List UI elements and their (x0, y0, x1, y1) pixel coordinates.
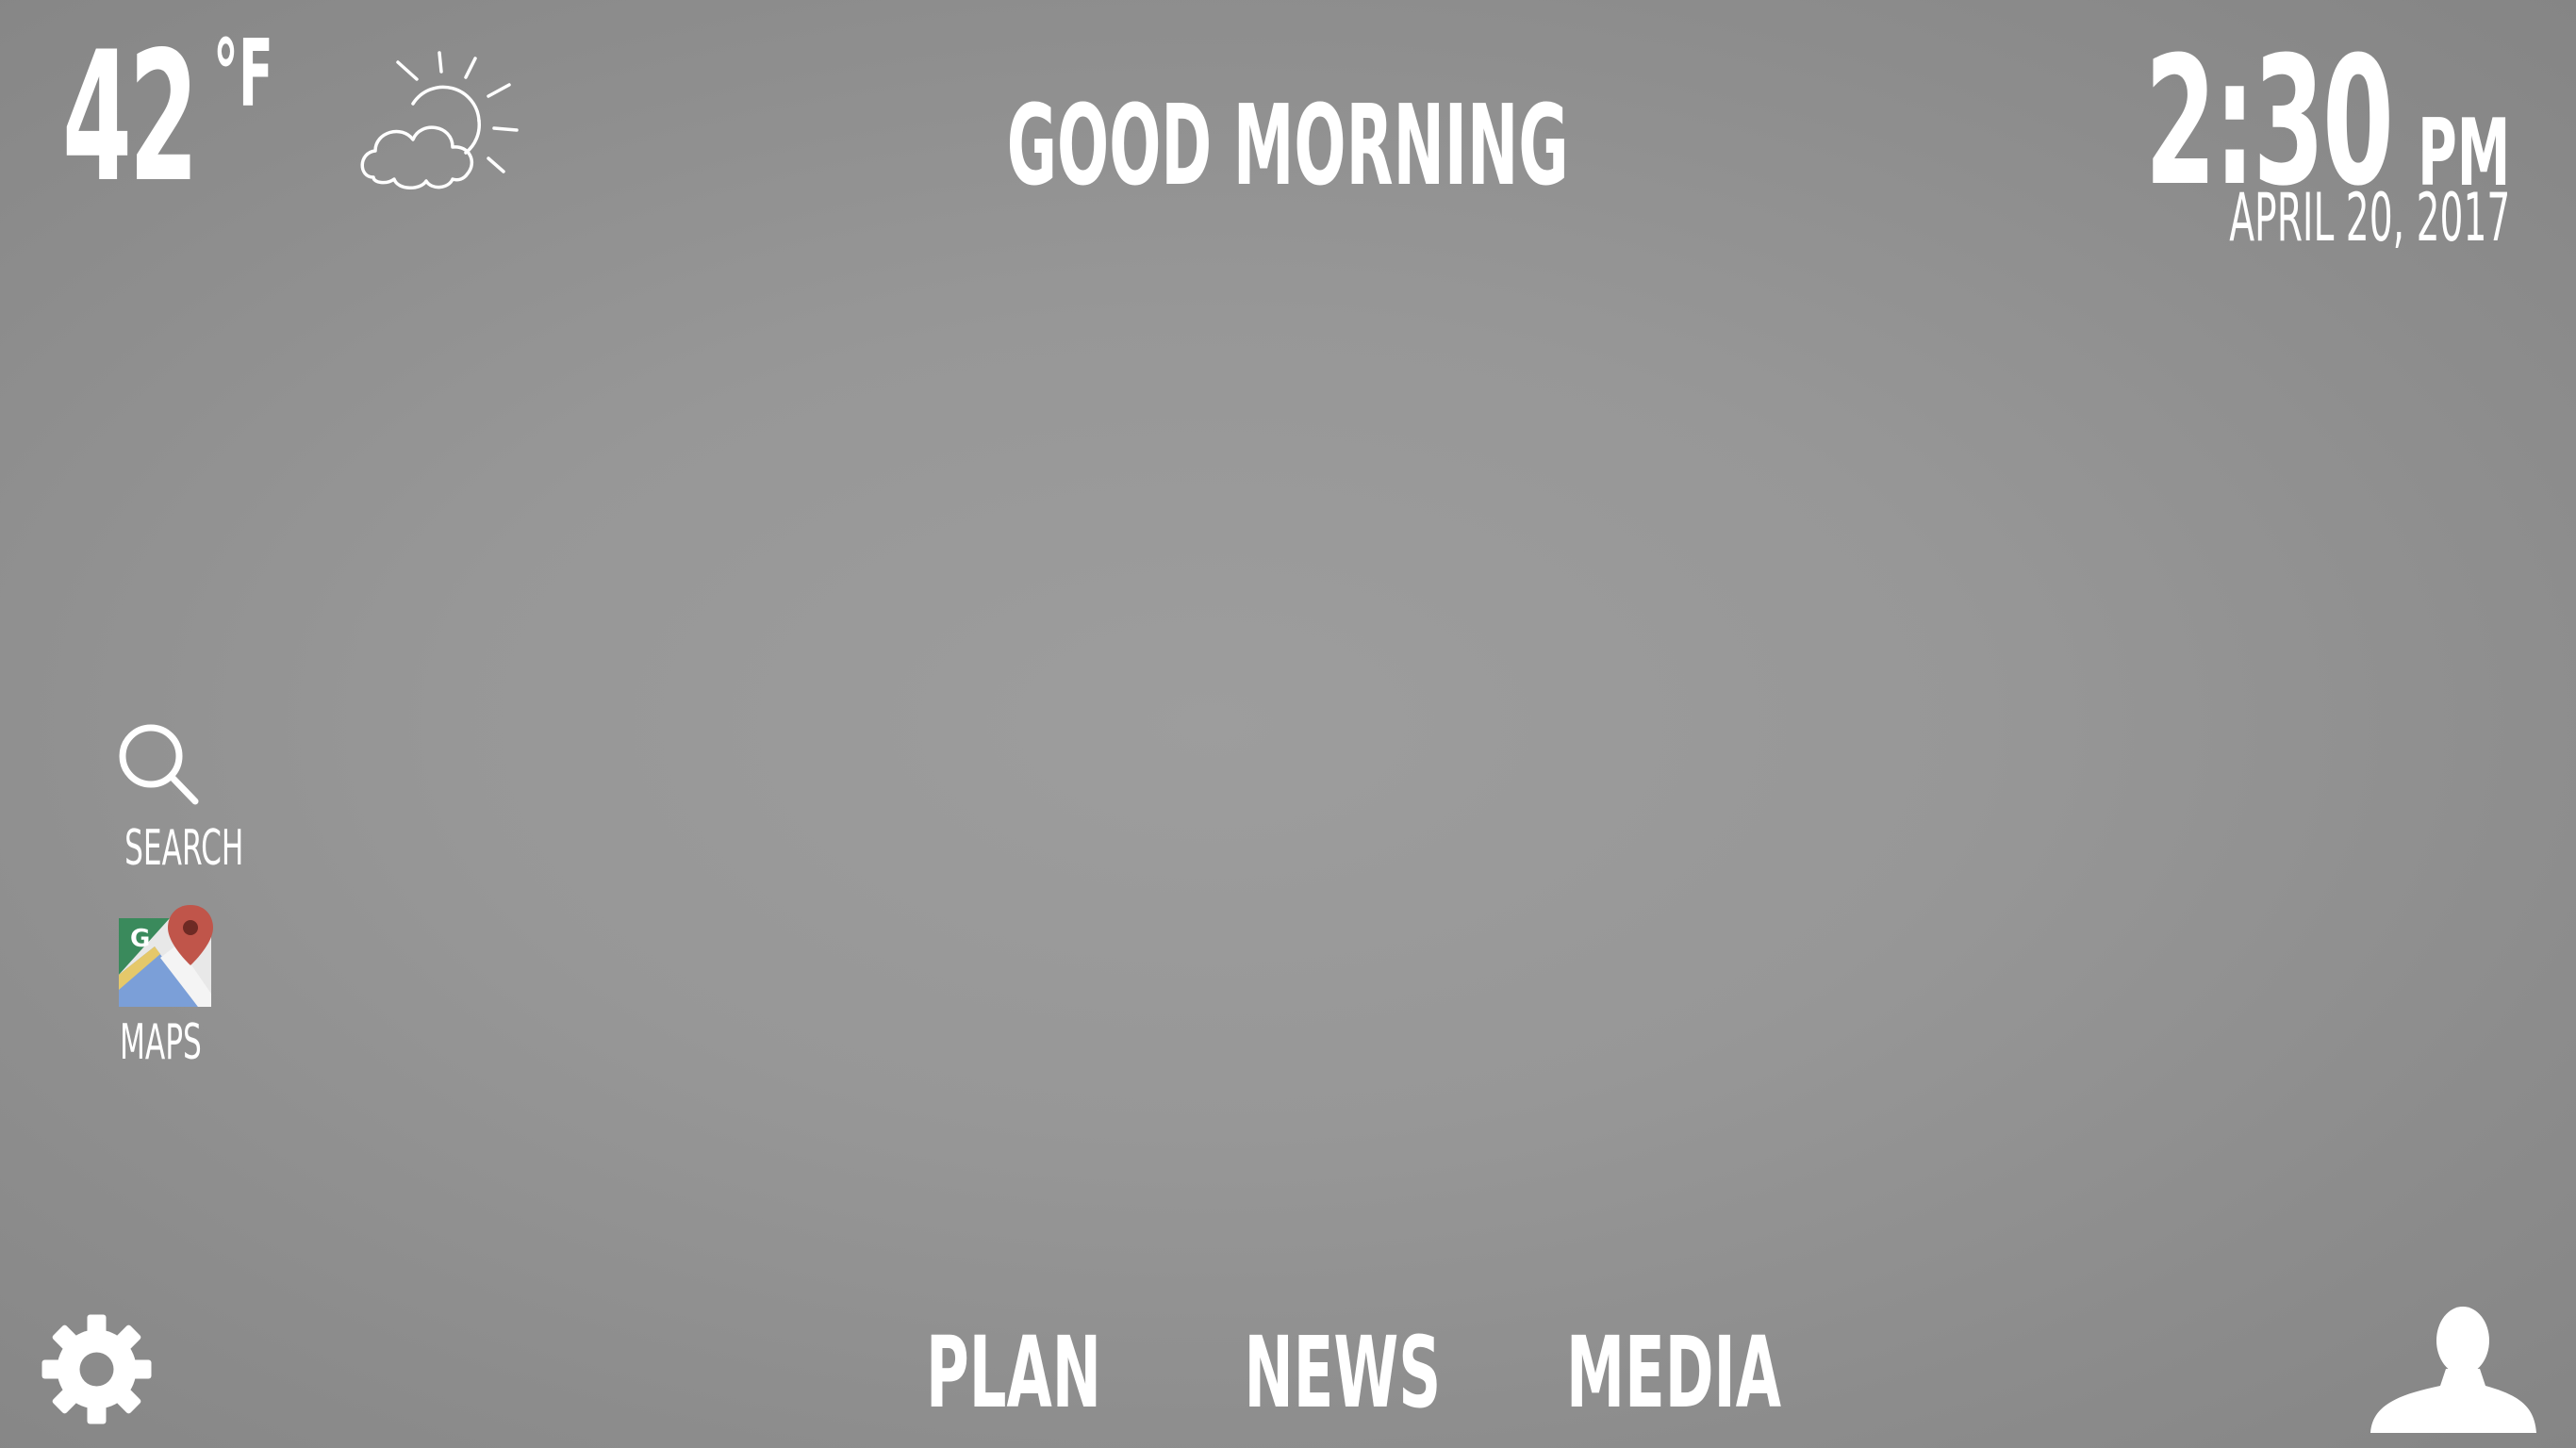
greeting-text: GOOD MORNING (1007, 80, 1569, 210)
gear-icon[interactable] (38, 1310, 156, 1428)
search-app[interactable]: SEARCH (85, 718, 243, 877)
svg-text:G: G (130, 925, 150, 953)
nav-plan-label: PLAN (926, 1315, 1102, 1430)
maps-label: MAPS (119, 1014, 202, 1071)
nav-media-label: MEDIA (1566, 1315, 1782, 1430)
nav-plan[interactable]: PLAN (867, 1315, 1101, 1430)
nav-news-label: NEWS (1244, 1315, 1442, 1430)
clock-widget: 2:30 PM APRIL 20, 2017 (2020, 34, 2510, 256)
clock-date: APRIL 20, 2017 (2228, 179, 2510, 256)
bottom-nav: PLAN NEWS MEDIA (0, 1315, 2576, 1430)
nav-news[interactable]: NEWS (1179, 1315, 1442, 1430)
google-maps-icon: G (119, 905, 213, 1007)
maps-app[interactable]: G MAPS (85, 903, 236, 1071)
nav-media[interactable]: MEDIA (1494, 1315, 1781, 1430)
search-label: SEARCH (124, 820, 244, 877)
user-icon[interactable] (2369, 1301, 2548, 1433)
search-icon (119, 724, 199, 805)
